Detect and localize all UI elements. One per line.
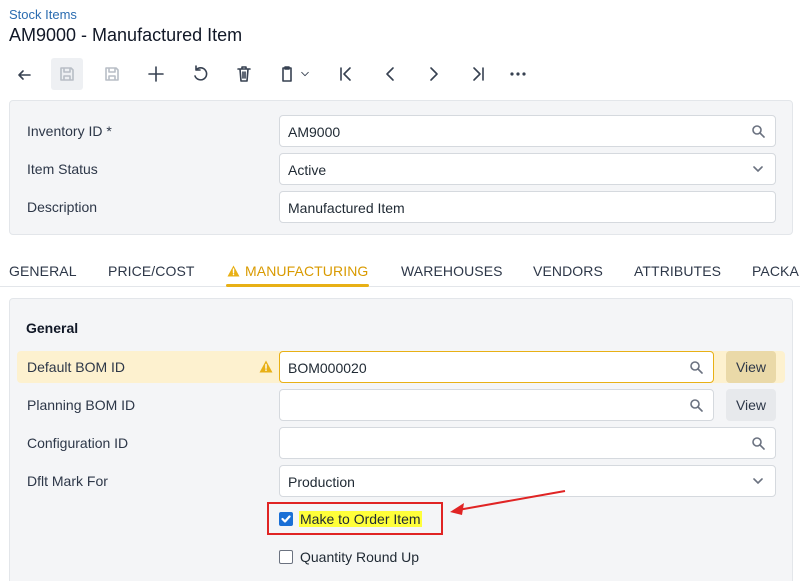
search-icon[interactable] (689, 360, 703, 374)
item-status-value: Active (288, 162, 327, 178)
annotation-box (267, 502, 443, 535)
quantity-round-up-checkbox[interactable]: Quantity Round Up (269, 548, 439, 568)
inventory-id-value: AM9000 (288, 124, 341, 140)
previous-icon[interactable] (374, 58, 406, 90)
dflt-mark-row: Dflt Mark For Production (17, 465, 785, 497)
default-bom-field[interactable]: BOM000020 (279, 351, 714, 383)
search-icon[interactable] (751, 124, 765, 138)
tab-manufacturing-label: MANUFACTURING (245, 263, 369, 279)
active-tab-indicator (226, 284, 369, 287)
tab-vendors[interactable]: VENDORS (533, 263, 603, 279)
warning-icon (259, 360, 273, 373)
chevron-down-icon[interactable] (751, 474, 765, 488)
description-row: Description Manufactured Item (17, 191, 785, 223)
view-planning-bom-button[interactable]: View (726, 389, 776, 421)
item-status-select[interactable]: Active (279, 153, 776, 185)
item-status-label: Item Status (27, 161, 98, 177)
inventory-id-row: Inventory ID * AM9000 (17, 115, 785, 147)
delete-icon[interactable] (228, 58, 260, 90)
default-bom-value: BOM000020 (288, 360, 367, 376)
breadcrumb[interactable]: Stock Items (9, 7, 77, 22)
configuration-row: Configuration ID (17, 427, 785, 459)
planning-bom-row: Planning BOM ID View (17, 389, 785, 421)
description-value: Manufactured Item (288, 200, 405, 216)
configuration-field[interactable] (279, 427, 776, 459)
back-icon[interactable] (8, 58, 40, 90)
save-close-icon[interactable] (51, 58, 83, 90)
summary-panel: Inventory ID * AM9000 Item Status Active… (9, 100, 793, 235)
more-icon[interactable] (502, 58, 534, 90)
checkbox-unchecked-icon[interactable] (279, 550, 293, 564)
toolbar (0, 58, 560, 90)
chevron-down-icon[interactable] (751, 162, 765, 176)
add-icon[interactable] (140, 58, 172, 90)
search-icon[interactable] (751, 436, 765, 450)
default-bom-row: Default BOM ID BOM000020 View (17, 351, 785, 383)
item-status-row: Item Status Active (17, 153, 785, 185)
save-icon[interactable] (96, 58, 128, 90)
dflt-mark-value: Production (288, 474, 355, 490)
view-default-bom-button[interactable]: View (726, 351, 776, 383)
description-field[interactable]: Manufactured Item (279, 191, 776, 223)
quantity-round-up-label: Quantity Round Up (300, 549, 420, 565)
search-icon[interactable] (689, 398, 703, 412)
tab-price-cost[interactable]: PRICE/COST (108, 263, 195, 279)
description-label: Description (27, 199, 98, 215)
next-icon[interactable] (418, 58, 450, 90)
tab-general[interactable]: GENERAL (9, 263, 77, 279)
tab-packaging[interactable]: PACKA (752, 263, 799, 279)
inventory-id-label: Inventory ID * (27, 123, 112, 139)
inventory-id-field[interactable]: AM9000 (279, 115, 776, 147)
warning-icon (227, 265, 240, 277)
tab-attributes[interactable]: ATTRIBUTES (634, 263, 721, 279)
planning-bom-field[interactable] (279, 389, 714, 421)
tab-warehouses[interactable]: WAREHOUSES (401, 263, 503, 279)
copy-paste-icon[interactable] (272, 58, 316, 90)
annotation-arrow-icon (450, 490, 566, 515)
page-title: AM9000 - Manufactured Item (9, 25, 243, 45)
tab-manufacturing[interactable]: MANUFACTURING (227, 263, 368, 279)
section-title: General (26, 320, 79, 336)
default-bom-label: Default BOM ID (27, 359, 126, 375)
undo-icon[interactable] (184, 58, 216, 90)
dflt-mark-label: Dflt Mark For (27, 473, 108, 489)
first-icon[interactable] (330, 58, 362, 90)
general-section: General Default BOM ID BOM000020 View Pl… (9, 298, 793, 581)
planning-bom-label: Planning BOM ID (27, 397, 136, 413)
configuration-label: Configuration ID (27, 435, 129, 451)
tab-bar: GENERAL PRICE/COST MANUFACTURING WAREHOU… (0, 255, 800, 287)
last-icon[interactable] (462, 58, 494, 90)
